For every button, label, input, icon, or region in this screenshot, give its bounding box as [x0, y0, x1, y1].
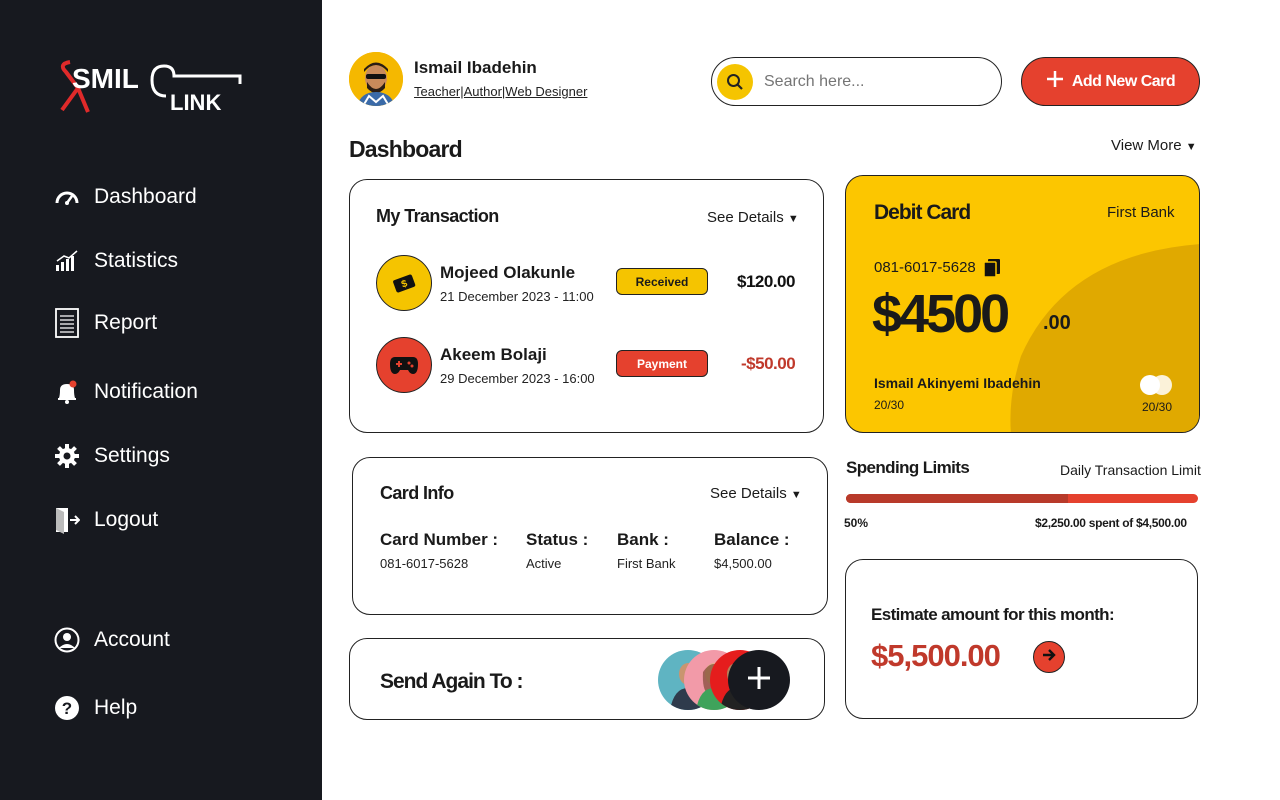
user-role-link[interactable]: Teacher|Author|Web Designer: [414, 84, 587, 99]
card-number-value: 081-6017-5628: [380, 556, 469, 571]
gauge-icon: [54, 184, 80, 210]
sidebar-item-account[interactable]: Account: [54, 627, 170, 653]
balance-label: Balance :: [714, 530, 790, 549]
sidebar-item-notification[interactable]: Notification: [54, 379, 198, 405]
balance-value: $4,500.00: [714, 556, 772, 571]
user-name: Ismail Ibadehin: [414, 58, 537, 77]
sidebar-item-help[interactable]: ? Help: [54, 695, 137, 721]
card-network-icon: [1139, 374, 1173, 401]
see-details-label: See Details: [710, 485, 787, 502]
spending-limits-title: Spending Limits: [846, 458, 970, 477]
sidebar-item-logout[interactable]: Logout: [54, 507, 159, 534]
caret-down-icon: ▼: [787, 213, 799, 225]
transaction-amount: $120.00: [737, 272, 795, 291]
brand-logo[interactable]: SMIL LINK: [56, 58, 246, 118]
transaction-date: 29 December 2023 - 16:00: [440, 371, 595, 386]
copy-icon[interactable]: [983, 258, 1001, 283]
page-title: Dashboard: [349, 136, 463, 162]
plus-icon: [1046, 70, 1064, 93]
gamepad-icon: [376, 337, 432, 393]
estimate-arrow-button[interactable]: [1033, 641, 1065, 673]
sidebar-item-label: Dashboard: [94, 185, 197, 208]
card-expiry: 20/30: [874, 398, 905, 412]
sidebar-item-report[interactable]: Report: [54, 308, 158, 338]
logout-icon: [54, 507, 80, 534]
debit-card-title: Debit Card: [874, 201, 971, 224]
debit-card-balance: $4500: [872, 284, 1010, 344]
search-bar: [711, 57, 1002, 106]
transactions-title: My Transaction: [376, 206, 499, 226]
status-badge: Received: [616, 268, 708, 295]
card-info-see-details[interactable]: See Details ▼: [710, 485, 802, 502]
sidebar-item-label: Report: [94, 311, 158, 334]
card-info-card: Card Info See Details ▼ Card Number : 08…: [352, 457, 828, 615]
sidebar-item-label: Account: [94, 628, 170, 651]
avatar[interactable]: [349, 52, 403, 106]
search-icon[interactable]: [717, 64, 753, 100]
sidebar-item-dashboard[interactable]: Dashboard: [54, 184, 197, 210]
debit-card-number: 081-6017-5628: [874, 259, 976, 276]
document-icon: [54, 308, 80, 338]
sidebar-item-settings[interactable]: Settings: [54, 443, 170, 469]
arrow-right-icon: [1041, 647, 1057, 668]
view-more-label: View More: [1111, 137, 1182, 154]
main-content: Ismail Ibadehin Teacher|Author|Web Desig…: [322, 0, 1280, 800]
status-label: Status :: [526, 530, 589, 549]
transactions-see-details[interactable]: See Details ▼: [707, 209, 799, 226]
status-badge: Payment: [616, 350, 708, 377]
plus-icon: [747, 666, 771, 695]
svg-text:LINK: LINK: [170, 90, 221, 115]
sidebar-item-label: Settings: [94, 444, 170, 467]
add-new-card-label: Add New Card: [1071, 72, 1176, 90]
status-value: Active: [526, 556, 562, 571]
svg-text:?: ?: [62, 699, 72, 718]
bank-value: First Bank: [617, 556, 676, 571]
transaction-name: Akeem Bolaji: [440, 345, 547, 364]
estimate-title: Estimate amount for this month:: [871, 605, 1115, 624]
spending-progress-bar: [846, 494, 1198, 503]
spending-progress-fill: [846, 494, 1068, 503]
caret-down-icon: ▼: [790, 489, 802, 501]
sidebar-item-label: Logout: [94, 508, 159, 531]
gear-icon: [54, 443, 80, 469]
spending-spent-text: $2,250.00 spent of $4,500.00: [1035, 516, 1187, 530]
view-more-button[interactable]: View More ▼: [1111, 137, 1197, 154]
see-details-label: See Details: [707, 209, 784, 226]
spending-percent: 50%: [844, 516, 869, 530]
card-info-title: Card Info: [380, 483, 454, 503]
add-recipient-button[interactable]: [728, 650, 790, 710]
money-icon: $: [376, 255, 432, 311]
sidebar-item-statistics[interactable]: Statistics: [54, 248, 178, 274]
debit-card-bank: First Bank: [1107, 204, 1175, 221]
transaction-date: 21 December 2023 - 11:00: [440, 289, 594, 304]
card-holder-name: Ismail Akinyemi Ibadehin: [874, 375, 1041, 391]
transaction-amount: -$50.00: [741, 354, 796, 373]
bank-label: Bank :: [617, 530, 669, 549]
send-again-title: Send Again To :: [380, 670, 523, 693]
estimate-card: Estimate amount for this month: $5,500.0…: [845, 559, 1198, 719]
card-number-label: Card Number :: [380, 530, 499, 549]
caret-down-icon: ▼: [1185, 141, 1197, 153]
help-icon: ?: [54, 695, 80, 721]
bar-chart-icon: [54, 248, 80, 274]
sidebar: SMIL LINK Dashboard Statistics Report No…: [0, 0, 322, 800]
transactions-card: My Transaction See Details ▼ $ Mojeed Ol…: [349, 179, 824, 433]
debit-card[interactable]: Debit Card First Bank 081-6017-5628 $450…: [845, 175, 1200, 433]
spending-limits-subtitle: Daily Transaction Limit: [1060, 462, 1201, 478]
sidebar-item-label: Help: [94, 696, 138, 719]
transaction-name: Mojeed Olakunle: [440, 263, 576, 282]
sidebar-item-label: Notification: [94, 380, 198, 403]
bell-icon: [54, 379, 80, 405]
debit-card-cents: .00: [1043, 312, 1071, 334]
svg-text:SMIL: SMIL: [72, 63, 139, 94]
search-input[interactable]: [764, 70, 984, 94]
card-expiry-right: 20/30: [1142, 400, 1173, 414]
estimate-amount: $5,500.00: [871, 638, 1001, 673]
add-new-card-button[interactable]: Add New Card: [1021, 57, 1200, 106]
user-circle-icon: [54, 627, 80, 653]
sidebar-item-label: Statistics: [94, 249, 179, 272]
send-again-card: Send Again To :: [349, 638, 825, 720]
